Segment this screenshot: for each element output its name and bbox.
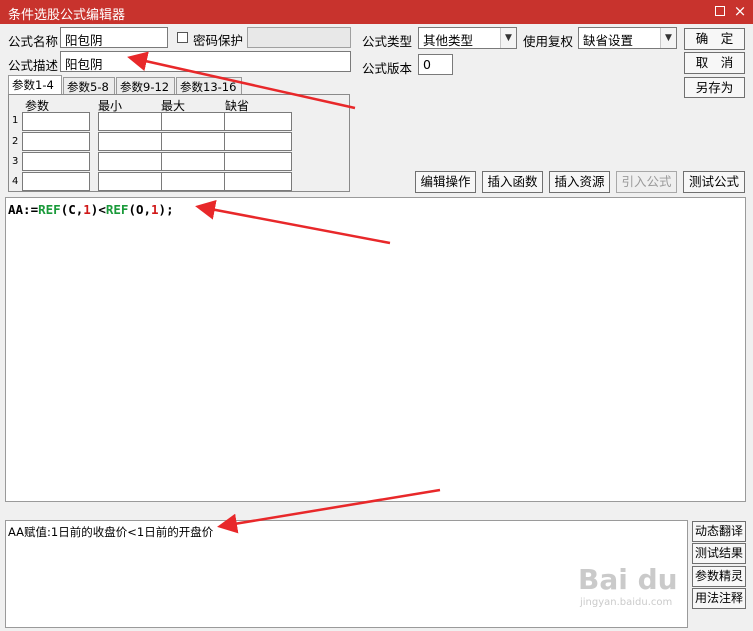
param-1-default-cell[interactable] xyxy=(224,112,292,131)
param-2-default-cell[interactable] xyxy=(224,132,292,151)
param-wizard-button[interactable]: 参数精灵 xyxy=(692,566,746,587)
reweight-value: 缺省设置 xyxy=(583,33,634,48)
chevron-down-icon: ▼ xyxy=(500,28,516,48)
explanation-text: AA赋值:1日前的收盘价<1日前的开盘价 xyxy=(8,525,214,539)
close-button[interactable]: × xyxy=(732,3,748,19)
param-1-max-cell[interactable] xyxy=(161,112,229,131)
maximize-icon xyxy=(715,6,725,16)
param-2-name-cell[interactable] xyxy=(22,132,90,151)
formula-name-input[interactable]: 阳包阴 xyxy=(60,27,168,48)
code-number: 1 xyxy=(83,202,91,217)
tab-params-5-8[interactable]: 参数5-8 xyxy=(63,77,115,95)
code-assign: AA:= xyxy=(8,202,39,217)
test-formula-button[interactable]: 测试公式 xyxy=(683,171,745,193)
formula-code: AA:=REF(C,1)<REF(O,1); xyxy=(8,202,174,217)
cancel-button[interactable]: 取 消 xyxy=(684,52,745,74)
ok-button[interactable]: 确 定 xyxy=(684,28,745,50)
test-result-button[interactable]: 测试结果 xyxy=(692,543,746,564)
formula-desc-label: 公式描述 xyxy=(8,58,59,73)
formula-desc-input[interactable]: 阳包阴 xyxy=(60,51,351,72)
editor-scrollbar[interactable] xyxy=(5,502,746,519)
param-2-min-cell[interactable] xyxy=(98,132,166,151)
param-4-name-cell[interactable] xyxy=(22,172,90,191)
password-label: 密码保护 xyxy=(193,33,244,48)
code-args: (C, xyxy=(60,202,84,217)
code-args: (O, xyxy=(128,202,152,217)
baidu-watermark-logo: Bai du jingyan.baidu.com xyxy=(578,563,678,608)
param-3-min-cell[interactable] xyxy=(98,152,166,171)
code-keyword: REF xyxy=(105,202,129,217)
formula-type-value: 其他类型 xyxy=(423,33,474,48)
formula-type-select[interactable]: 其他类型 ▼ xyxy=(418,27,517,49)
param-1-name-cell[interactable] xyxy=(22,112,90,131)
tab-params-13-16[interactable]: 参数13-16 xyxy=(176,77,242,95)
param-row-number: 1 xyxy=(12,115,19,126)
watermark-brand: Bai du xyxy=(578,563,678,596)
window-title: 条件选股公式编辑器 xyxy=(8,8,126,23)
reweight-select[interactable]: 缺省设置 ▼ xyxy=(578,27,677,49)
title-bar: 条件选股公式编辑器 × xyxy=(0,0,753,24)
chevron-down-icon: ▼ xyxy=(660,28,676,48)
dynamic-translate-button[interactable]: 动态翻译 xyxy=(692,521,746,542)
formula-version-input[interactable]: 0 xyxy=(418,54,453,75)
param-3-max-cell[interactable] xyxy=(161,152,229,171)
param-table: 参数 最小 最大 缺省 1 2 3 4 xyxy=(8,94,350,192)
formula-type-label: 公式类型 xyxy=(362,34,413,49)
param-3-name-cell[interactable] xyxy=(22,152,90,171)
edit-ops-button[interactable]: 编辑操作 xyxy=(415,171,476,193)
code-operator: )< xyxy=(90,202,106,217)
formula-editor[interactable]: AA:=REF(C,1)<REF(O,1); xyxy=(5,197,746,502)
maximize-button[interactable] xyxy=(712,3,728,19)
formula-name-label: 公式名称 xyxy=(8,34,59,49)
param-1-min-cell[interactable] xyxy=(98,112,166,131)
usage-notes-button[interactable]: 用法注释 xyxy=(692,588,746,609)
watermark-url: jingyan.baidu.com xyxy=(580,597,673,608)
password-input[interactable] xyxy=(247,27,351,48)
param-3-default-cell[interactable] xyxy=(224,152,292,171)
param-2-max-cell[interactable] xyxy=(161,132,229,151)
code-number: 1 xyxy=(151,202,159,217)
password-checkbox[interactable] xyxy=(177,32,188,43)
param-4-default-cell[interactable] xyxy=(224,172,292,191)
param-row-number: 3 xyxy=(12,156,19,167)
formula-version-label: 公式版本 xyxy=(362,61,413,76)
save-as-button[interactable]: 另存为 xyxy=(684,77,745,98)
insert-resource-button[interactable]: 插入资源 xyxy=(549,171,610,193)
code-keyword: REF xyxy=(38,202,61,217)
param-row-number: 2 xyxy=(12,136,19,147)
import-formula-button[interactable]: 引入公式 xyxy=(616,171,677,193)
tab-params-9-12[interactable]: 参数9-12 xyxy=(116,77,175,95)
insert-function-button[interactable]: 插入函数 xyxy=(482,171,543,193)
tab-params-1-4[interactable]: 参数1-4 xyxy=(8,75,62,95)
param-4-min-cell[interactable] xyxy=(98,172,166,191)
param-4-max-cell[interactable] xyxy=(161,172,229,191)
reweight-label: 使用复权 xyxy=(523,34,574,49)
code-end: ); xyxy=(158,202,174,217)
param-row-number: 4 xyxy=(12,176,19,187)
